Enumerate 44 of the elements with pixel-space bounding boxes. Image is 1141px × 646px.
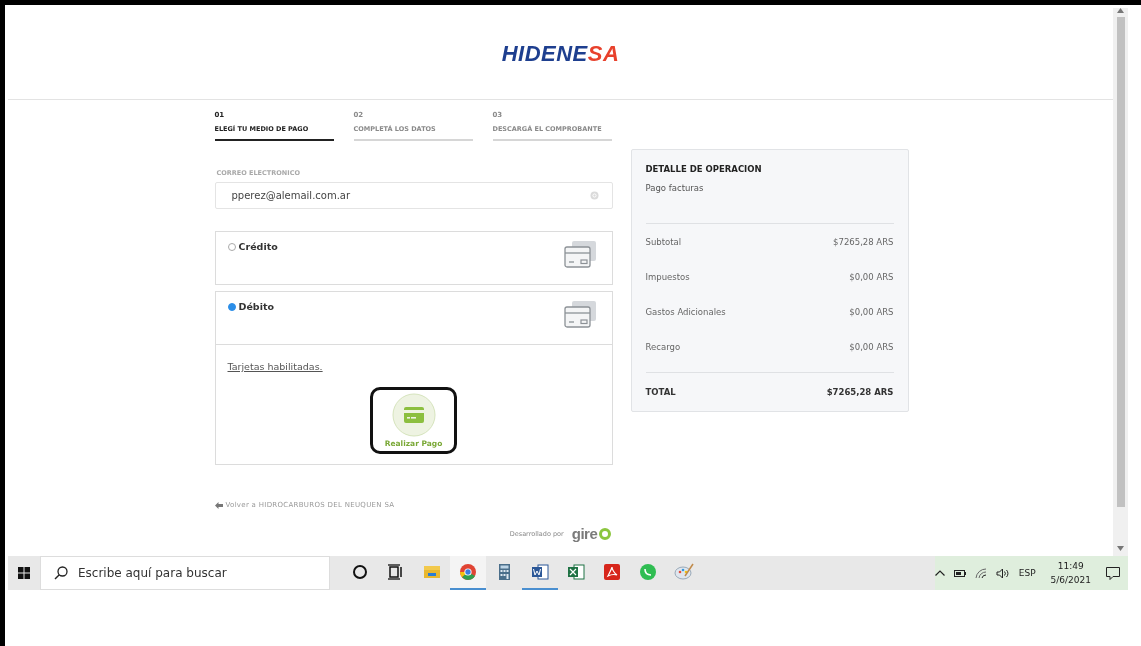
option-label: Crédito <box>238 241 278 252</box>
language-indicator[interactable]: ESP <box>1018 568 1036 578</box>
radio-button[interactable] <box>227 302 236 311</box>
radio-option[interactable]: Débito <box>227 301 274 312</box>
clock-date[interactable]: 5/6/2021 <box>1050 573 1091 587</box>
caret-up-icon[interactable] <box>934 570 945 576</box>
ring-icon <box>599 527 612 540</box>
search-icon <box>54 566 68 580</box>
scroll-down-icon[interactable] <box>1117 546 1124 551</box>
cards-icon <box>563 301 596 329</box>
panel-title: DETALLE DE OPERACION <box>645 164 763 174</box>
logo-text: HIDENE <box>501 40 588 66</box>
scrollbar-thumb[interactable] <box>1116 17 1125 507</box>
logo-text: SA <box>587 40 620 66</box>
speech-bubble-icon <box>1106 566 1120 580</box>
wifi-icon[interactable] <box>974 567 987 579</box>
amount-value: $0,00 ARS <box>849 306 894 317</box>
left-arrow-icon <box>214 501 223 509</box>
card-icon <box>391 393 436 437</box>
amount-value: $0,00 ARS <box>849 341 894 352</box>
amount-label: Impuestos <box>645 271 690 282</box>
clock-time[interactable]: 11:49 <box>1057 559 1084 573</box>
cards-link[interactable]: Tarjetas habilitadas. <box>227 361 323 372</box>
radio-option[interactable]: Crédito <box>227 241 278 252</box>
radio-button[interactable] <box>227 242 236 251</box>
battery-icon[interactable] <box>953 569 966 577</box>
windows-icon <box>18 567 30 579</box>
amount-value: $0,00 ARS <box>849 271 894 282</box>
amount-label: Recargo <box>645 341 681 352</box>
option-label: Débito <box>238 301 274 312</box>
notifications-button[interactable] <box>1106 566 1120 580</box>
brand-name: gire <box>571 525 598 542</box>
cards-icon <box>563 241 596 269</box>
operation-description: Pago facturas <box>645 183 705 193</box>
total-label: TOTAL <box>645 387 676 397</box>
search-field[interactable]: Escribe aquí para buscar <box>40 556 330 590</box>
speaker-icon[interactable] <box>995 567 1010 579</box>
email-field[interactable]: pperez@alemail.com.ar <box>214 182 613 209</box>
total-value: $7265,28 ARS <box>826 387 894 397</box>
scrollbar[interactable] <box>1113 8 1128 556</box>
amount-label: Subtotal <box>645 236 682 247</box>
amount-value: $7265,28 ARS <box>833 236 894 247</box>
scroll-up-icon[interactable] <box>1117 8 1124 13</box>
amount-label: Gastos Adicionales <box>645 306 726 317</box>
